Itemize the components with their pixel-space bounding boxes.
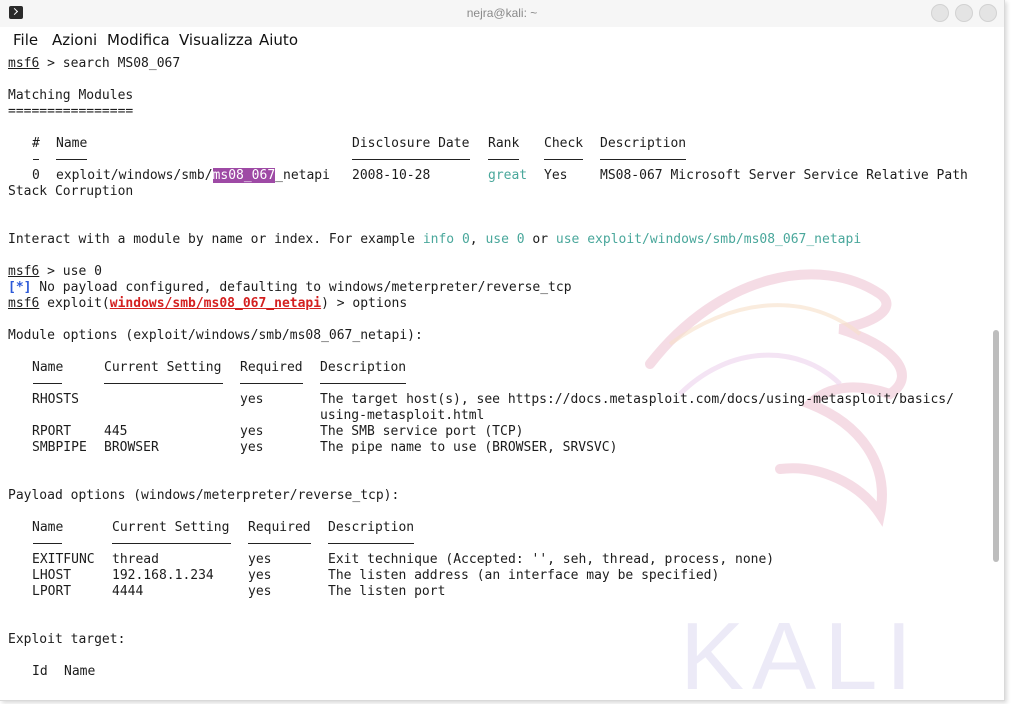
option-description: The listen port: [328, 584, 446, 599]
option-required: yes: [240, 424, 264, 439]
col-check: Check: [544, 136, 584, 151]
matching-modules-underline: ================: [8, 104, 134, 119]
option-description: The target host(s), see https://docs.met…: [320, 392, 954, 407]
pay-col-required: Required: [248, 520, 311, 535]
divider: [56, 159, 87, 160]
option-required: yes: [248, 552, 272, 567]
option-required: yes: [240, 392, 264, 407]
col-disclosure-date: Disclosure Date: [352, 136, 470, 151]
result-name[interactable]: exploit/windows/smb/ms08_067_netapi: [56, 168, 330, 184]
result-rank: great: [488, 168, 528, 183]
col-num: #: [32, 136, 40, 151]
divider: [600, 159, 686, 160]
option-setting: BROWSER: [104, 440, 159, 455]
option-name: SMBPIPE: [32, 440, 87, 455]
divider: [320, 383, 406, 384]
menu-bar: File Azioni Modifica Visualizza Aiuto: [0, 27, 1004, 53]
divider: [328, 543, 414, 544]
divider: [112, 543, 231, 544]
target-col-name: Name: [64, 664, 96, 679]
command-use: > use 0: [39, 264, 102, 279]
col-name: Name: [56, 136, 88, 151]
window-title: nejra@kali: ~: [466, 6, 538, 20]
divider: [104, 383, 223, 384]
option-description: The SMB service port (TCP): [320, 424, 524, 439]
close-button[interactable]: [979, 4, 997, 22]
option-description: The listen address (an interface may be …: [328, 568, 720, 583]
maximize-button[interactable]: [955, 4, 973, 22]
menu-visualizza[interactable]: Visualizza: [179, 31, 253, 49]
divider: [33, 543, 62, 544]
exploit-module-name: windows/smb/ms08_067_netapi: [109, 296, 322, 311]
col-rank: Rank: [488, 136, 520, 151]
mod-col-required: Required: [240, 360, 303, 375]
result-description: MS08-067 Microsoft Server Service Relati…: [600, 168, 968, 183]
interact-hint: Interact with a module by name or index.…: [8, 232, 862, 247]
option-description: The pipe name to use (BROWSER, SRVSVC): [320, 440, 618, 455]
mod-col-name: Name: [32, 360, 64, 375]
command-options: ) > options: [321, 296, 408, 311]
divider: [352, 159, 470, 160]
target-col-id: Id: [32, 664, 48, 679]
option-required: yes: [248, 584, 272, 599]
pay-col-name: Name: [32, 520, 64, 535]
menu-file[interactable]: File: [13, 31, 38, 49]
option-required: yes: [248, 568, 272, 583]
prompt: msf6: [8, 264, 40, 279]
prompt: msf6: [8, 296, 40, 311]
divider: [488, 159, 519, 160]
option-name: LHOST: [32, 568, 72, 583]
pay-col-setting: Current Setting: [112, 520, 230, 535]
info-marker: [*]: [8, 280, 32, 295]
command-search: > search MS08_067: [39, 56, 181, 71]
prompt: msf6: [8, 56, 40, 71]
option-required: yes: [240, 440, 264, 455]
menu-aiuto[interactable]: Aiuto: [259, 31, 298, 49]
result-num: 0: [32, 168, 40, 183]
mod-col-setting: Current Setting: [104, 360, 222, 375]
option-setting: 192.168.1.234: [112, 568, 214, 583]
minimize-button[interactable]: [931, 4, 949, 22]
vertical-scrollbar[interactable]: [993, 330, 999, 562]
option-name: RPORT: [32, 424, 72, 439]
menu-modifica[interactable]: Modifica: [107, 31, 170, 49]
option-setting: thread: [112, 552, 159, 567]
divider: [544, 159, 583, 160]
title-bar[interactable]: nejra@kali: ~: [0, 0, 1004, 27]
divider: [33, 159, 39, 160]
divider: [240, 383, 303, 384]
payload-options-header: Payload options (windows/meterpreter/rev…: [8, 488, 400, 503]
info-message: No payload configured, defaulting to win…: [31, 280, 572, 295]
terminal-output[interactable]: KALI msf6 > search MS08_067 Matching Mod…: [0, 54, 992, 700]
option-description-cont: using-metasploit.html: [320, 408, 485, 423]
menu-azioni[interactable]: Azioni: [52, 31, 97, 49]
option-name: LPORT: [32, 584, 72, 599]
result-date: 2008-10-28: [352, 168, 431, 183]
exploit-target-header: Exploit target:: [8, 632, 126, 647]
result-description-cont: Stack Corruption: [8, 184, 134, 199]
option-setting: 4444: [112, 584, 144, 599]
pay-col-description: Description: [328, 520, 415, 535]
kali-watermark-text: KALI: [680, 603, 920, 700]
option-name: EXITFUNC: [32, 552, 95, 567]
result-check: Yes: [544, 168, 568, 183]
kali-dragon-watermark: KALI: [645, 269, 920, 700]
search-match-highlight: ms08_067: [212, 168, 276, 183]
option-setting: 445: [104, 424, 128, 439]
module-options-header: Module options (exploit/windows/smb/ms08…: [8, 328, 423, 343]
divider: [33, 383, 62, 384]
matching-modules-header: Matching Modules: [8, 88, 134, 103]
divider: [248, 543, 311, 544]
option-description: Exit technique (Accepted: '', seh, threa…: [328, 552, 775, 567]
terminal-window: nejra@kali: ~ File Azioni Modifica Visua…: [0, 0, 1005, 701]
mod-col-description: Description: [320, 360, 407, 375]
col-description: Description: [600, 136, 687, 151]
option-name: RHOSTS: [32, 392, 79, 407]
